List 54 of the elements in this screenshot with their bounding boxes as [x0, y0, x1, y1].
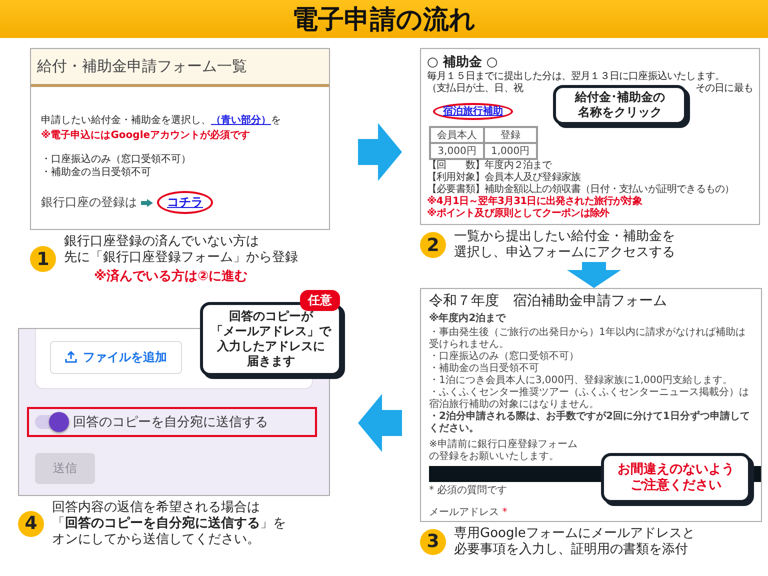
bank-label: 銀行口座の登録は	[41, 194, 137, 211]
table-cell: 3,000円	[430, 143, 484, 159]
detail-text: 【利用対象】会員本人及び登録家族	[427, 172, 582, 184]
form-text: ※申請前に銀行口座登録フォーム の登録をお願いいたします。	[429, 438, 578, 462]
bullet-text: ・補助金の当日受領不可	[41, 166, 152, 179]
required-mark: *	[502, 506, 508, 518]
step-caption: 専用Googleフォームにメールアドレスと 必要事項を入力し、証明用の書類を添付	[454, 526, 695, 558]
page-heading: 給付・補助金申請フォーム一覧	[31, 49, 329, 87]
intro-text: 申請したい給付金・補助金を選択し、（青い部分）を	[41, 115, 282, 128]
bullet-text: ・口座振込のみ（窓口受領不可）	[41, 154, 192, 166]
table-header: 登録	[484, 127, 537, 143]
speech-bubble: お間違えのないよう ご注意ください	[601, 452, 751, 503]
table-cell: 1,000円	[484, 143, 537, 159]
warning-text: ※4月1日～翌年3月31日に出発された旅行が対象	[427, 196, 644, 208]
form-text: ・補助金の当日受領不可	[429, 362, 540, 374]
form-text: ・事由発生後（ご旅行の出発日から）1年以内に請求がなければ補助は受けられません。	[429, 326, 746, 350]
link[interactable]: 宿泊旅行補助	[443, 106, 503, 117]
notice-text: 毎月１５日までに提出した分は、翌月１３日に口座振込いたします。	[427, 71, 726, 82]
step-number: 3	[420, 528, 446, 555]
form-text: ・口座振込のみ（窓口受領不可）	[429, 350, 580, 362]
form-text: ・2泊分申請される際は、お手数ですが2回に分けて1日分ずつ申請してください。	[429, 410, 751, 434]
form-text: ・ふくふくセンター推奨ツアー（ふくふくセンターニュース掲載分）は宿泊旅行補助の対象にはなりません。	[429, 386, 750, 410]
left-arrow-icon	[358, 394, 402, 452]
notice-text: その日に最も	[695, 83, 753, 95]
notice-text: （支払日が土、日、祝	[427, 83, 524, 95]
step-caption: 一覧から提出したい給付金・補助金を 選択し、申込フォームにアクセスする	[454, 229, 675, 262]
step-number: 4	[18, 510, 44, 537]
detail-text: 【回 数】年度内２泊まで	[427, 160, 553, 172]
add-file-button[interactable]: ファイルを追加	[50, 340, 182, 374]
email-label: メールアドレス *	[429, 506, 508, 518]
step-number: 1	[30, 246, 56, 272]
table-header: 会員本人	[430, 127, 484, 143]
required-note: * 必須の質問です	[429, 484, 508, 496]
upload-icon	[65, 351, 77, 363]
down-arrow-icon	[567, 262, 621, 288]
section-heading: ○ 補助金 ○	[427, 54, 499, 71]
toggle-switch[interactable]	[35, 414, 67, 428]
form-title: 令和７年度 宿泊補助金申請フォーム	[429, 292, 668, 310]
form-text: ・1泊につき会員本人に3,000円、登録家族に1,000円支給します。	[429, 374, 734, 386]
form-text: ※年度内2泊まで	[429, 312, 507, 324]
detail-text: 【必要書類】補助金額以上の領収書（日付・支払いが証明できるもの）	[427, 184, 736, 195]
right-arrow-icon	[358, 122, 402, 181]
speech-bubble: 給付金･補助金の 名称をクリック	[553, 85, 687, 125]
toggle-label: 回答のコピーを自分宛に送信する	[73, 414, 268, 430]
step-caption: 銀行口座登録の済んでいない方は 先に「銀行口座登録フォーム」から登録	[64, 234, 298, 266]
warning-text: ※ポイント及び原則としてクーポンは除外	[427, 208, 610, 220]
arrow-icon	[141, 198, 153, 206]
step-caption: 回答内容の返信を希望される場合は 「回答のコピーを自分宛に送信する」を オンにしてから送信してください。	[52, 500, 286, 548]
page-title: 電子申請の流れ	[292, 4, 476, 36]
link[interactable]: コチラ	[167, 195, 203, 209]
step-number: 2	[420, 232, 446, 258]
link[interactable]: （青い部分）	[211, 115, 271, 126]
note-text: ※済んでいる方は②に進む	[93, 268, 249, 284]
warning-text: ※電子申込にはGoogleアカウントが必須です	[41, 130, 252, 142]
